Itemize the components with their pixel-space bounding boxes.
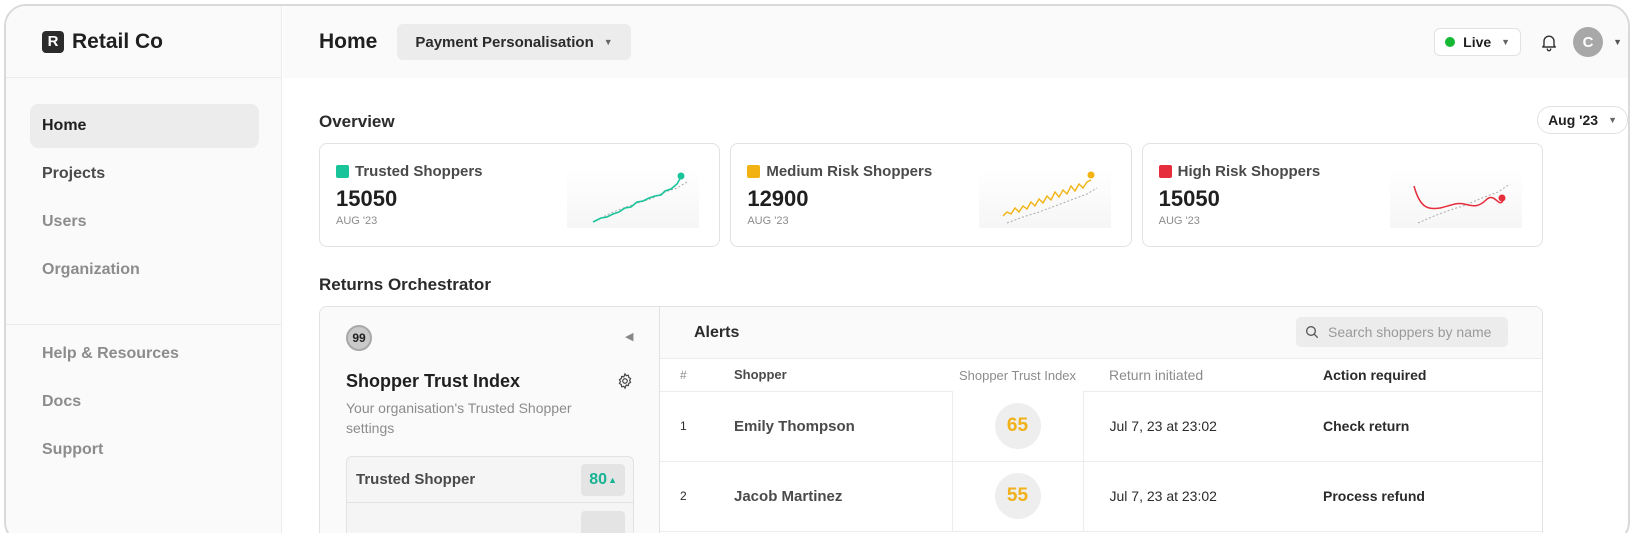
trust-levels: Trusted Shopper 80 ▲: [346, 456, 634, 533]
column-header-shopper[interactable]: Shopper: [734, 359, 952, 392]
overview-title: Overview: [319, 112, 395, 131]
trust-level-label: Trusted Shopper: [356, 471, 476, 488]
sidebar-item-projects[interactable]: Projects: [30, 152, 259, 196]
trust-index-title: Shopper Trust Index: [346, 371, 521, 391]
sidebar-item-help[interactable]: Help & Resources: [30, 332, 260, 376]
gear-icon[interactable]: [616, 372, 634, 390]
trend-up-icon: ▲: [608, 474, 617, 485]
period-dropdown[interactable]: Aug '23 ▼: [1537, 106, 1628, 134]
sidebar-item-docs[interactable]: Docs: [30, 380, 260, 424]
trust-score-cell: 65: [951, 391, 1084, 462]
chevron-down-icon: ▼: [1501, 37, 1511, 47]
alerts-table: # Shopper Shopper Trust Index Return ini…: [660, 359, 1542, 532]
trust-score: 65: [994, 402, 1041, 449]
trust-index-description: Your organisation's Trusted Shopper sett…: [346, 400, 572, 436]
legend-swatch: [1158, 165, 1172, 178]
brand[interactable]: R Retail Co: [6, 6, 281, 78]
legend-swatch: [336, 165, 349, 178]
legend-swatch: [747, 165, 761, 178]
brand-logo: R: [42, 30, 64, 53]
chevron-down-icon: ▼: [1608, 115, 1617, 125]
card-label-text: Trusted Shoppers: [355, 163, 483, 180]
alerts-pane: Alerts # Shopper Shopper: [660, 307, 1542, 533]
period-label: Aug '23: [1548, 112, 1599, 128]
action-required[interactable]: Process refund: [1301, 461, 1542, 532]
card-period: AUG '23: [747, 215, 789, 227]
top-bar-actions: Live ▼ C ▼: [1434, 6, 1628, 78]
count-badge: 99: [346, 325, 372, 351]
alerts-title: Alerts: [694, 324, 740, 341]
context-dropdown-label: Payment Personalisation: [415, 33, 594, 51]
stat-card-medium-risk[interactable]: Medium Risk Shoppers 12900 AUG '23: [730, 143, 1132, 247]
trust-level-score: [581, 511, 625, 533]
card-label: Medium Risk Shoppers: [747, 163, 932, 180]
card-value: 15050: [336, 186, 398, 211]
sidebar-item-home[interactable]: Home: [30, 104, 259, 148]
status-dot-icon: [1445, 37, 1456, 47]
card-value: 15050: [1158, 186, 1220, 211]
table-row[interactable]: 1 Emily Thompson 65 Jul 7, 23 at 23:02 C…: [660, 391, 1542, 462]
trust-score: 55: [994, 473, 1041, 519]
sidebar-secondary-nav: Help & Resources Docs Support: [30, 332, 260, 476]
column-header-sti[interactable]: Shopper Trust Index: [952, 359, 1083, 391]
row-number: 2: [660, 461, 734, 532]
top-bar: Home Payment Personalisation ▼ Live ▼ C …: [283, 6, 1628, 78]
trust-level-row[interactable]: Trusted Shopper 80 ▲: [347, 457, 633, 503]
environment-label: Live: [1463, 34, 1492, 50]
column-header-action[interactable]: Action required: [1301, 359, 1542, 392]
sidebar-item-organization[interactable]: Organization: [30, 248, 259, 292]
shopper-name[interactable]: Jacob Martinez: [734, 461, 952, 532]
brand-name: Retail Co: [72, 29, 164, 53]
card-label: High Risk Shoppers: [1158, 163, 1321, 180]
trust-level-score-value: 80: [589, 470, 608, 488]
row-number: 1: [660, 391, 734, 462]
sidebar-nav: Home Projects Users Organization: [6, 78, 281, 292]
bell-icon[interactable]: [1539, 32, 1559, 52]
chevron-down-icon[interactable]: ▼: [1613, 37, 1622, 47]
card-label: Trusted Shoppers: [336, 163, 483, 180]
card-label-text: High Risk Shoppers: [1177, 163, 1321, 180]
stat-card-trusted[interactable]: Trusted Shoppers 15050 AUG '23: [319, 143, 721, 247]
card-label-text: Medium Risk Shoppers: [766, 163, 933, 180]
card-value: 12900: [747, 186, 809, 211]
return-date: Jul 7, 23 at 23:02: [1083, 391, 1301, 462]
shopper-name[interactable]: Emily Thompson: [734, 391, 952, 462]
search-input[interactable]: [1328, 324, 1498, 340]
sparkline-medium-risk: [978, 168, 1111, 228]
environment-dropdown[interactable]: Live ▼: [1434, 28, 1522, 56]
collapse-arrow-icon[interactable]: ◀: [625, 330, 633, 343]
sidebar-item-users[interactable]: Users: [30, 200, 259, 244]
sidebar: R Retail Co Home Projects Users Organiza…: [6, 6, 282, 533]
table-header-row: # Shopper Shopper Trust Index Return ini…: [660, 359, 1542, 392]
avatar[interactable]: C: [1573, 27, 1604, 57]
column-header-return[interactable]: Return initiated: [1083, 359, 1301, 392]
card-period: AUG '23: [1158, 215, 1200, 227]
orchestrator-panel: 99 ◀ Shopper Trust Index Your organisati…: [319, 306, 1543, 533]
return-date: Jul 7, 23 at 23:02: [1083, 461, 1301, 532]
table-row[interactable]: 2 Jacob Martinez 55 Jul 7, 23 at 23:02 P…: [660, 461, 1542, 532]
column-header-num[interactable]: #: [660, 359, 734, 392]
context-dropdown[interactable]: Payment Personalisation ▼: [397, 24, 631, 60]
trust-level-row[interactable]: [347, 503, 633, 533]
sidebar-divider: [6, 324, 282, 325]
app-window: R Retail Co Home Projects Users Organiza…: [4, 4, 1630, 533]
trust-index-pane: 99 ◀ Shopper Trust Index Your organisati…: [320, 307, 660, 533]
page-title: Home: [319, 30, 378, 53]
stat-card-high-risk[interactable]: High Risk Shoppers 15050 AUG '23: [1141, 143, 1543, 247]
trust-score-cell: 55: [951, 461, 1084, 532]
action-required[interactable]: Check return: [1301, 391, 1542, 462]
sparkline-high-risk: [1389, 168, 1522, 228]
search-box[interactable]: [1296, 317, 1508, 347]
card-period: AUG '23: [336, 215, 378, 227]
trust-level-score: 80 ▲: [581, 463, 625, 496]
chevron-down-icon: ▼: [603, 37, 613, 47]
sidebar-item-support[interactable]: Support: [30, 428, 260, 472]
main-content: Overview Aug '23 ▼ Trusted Shoppers 1505…: [283, 78, 1628, 533]
search-icon: [1306, 326, 1318, 338]
orchestrator-title: Returns Orchestrator: [319, 275, 491, 294]
alerts-header: Alerts: [660, 307, 1542, 359]
overview-cards: Trusted Shoppers 15050 AUG '23 Medium Ri…: [319, 143, 1543, 247]
sparkline-trusted: [567, 168, 700, 228]
